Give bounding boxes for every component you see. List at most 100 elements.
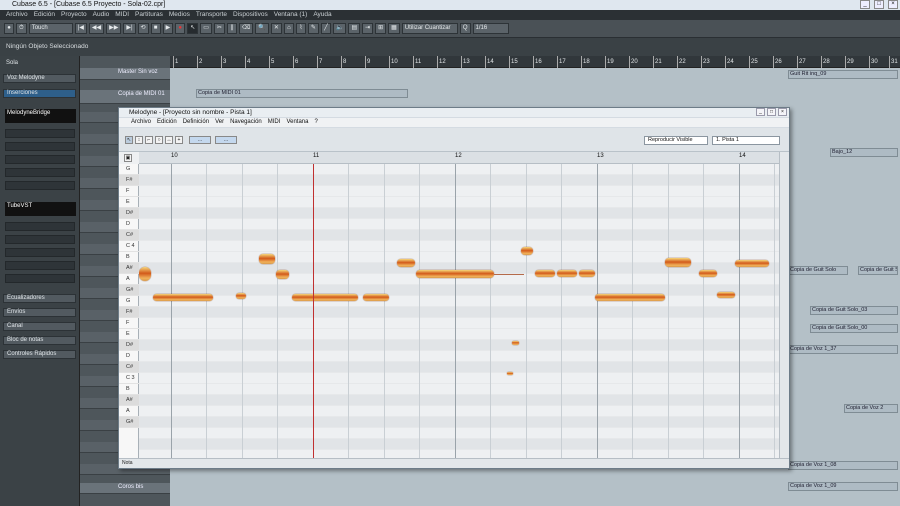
audio-part[interactable]: Copia de Guit Solo — [788, 266, 848, 275]
note-blob[interactable] — [557, 270, 577, 277]
note-blob[interactable] — [665, 258, 691, 267]
color-tool[interactable]: ▤ — [348, 23, 361, 34]
melodyne-horizontal-scrollbar[interactable]: Nota — [119, 458, 789, 468]
time-warp-tool[interactable]: ⌇ — [295, 23, 306, 34]
menu-medios[interactable]: Medios — [169, 10, 190, 20]
melodyne-menu-midi[interactable]: MIDI — [268, 118, 281, 127]
automation-mode-select[interactable]: Touch — [28, 23, 73, 34]
melodyne-bar-ruler[interactable]: 10 11 12 13 14 — [139, 152, 779, 164]
note-blob[interactable] — [416, 270, 494, 278]
menu-transporte[interactable]: Transporte — [196, 10, 227, 20]
melodyne-maximize-button[interactable]: □ — [767, 108, 776, 116]
note-blob[interactable] — [153, 294, 213, 301]
maximize-button[interactable]: □ — [874, 0, 884, 9]
play-button[interactable]: ▶ — [162, 23, 174, 34]
melodyne-note-editor[interactable]: ▣ 10 11 12 13 14 G F# F E D# D C# C 4 B … — [119, 152, 789, 460]
audio-part[interactable]: Copia de Voz 2 — [844, 404, 898, 413]
inspector-inserts[interactable]: Inserciones — [3, 89, 76, 98]
note-blob[interactable] — [139, 267, 151, 281]
audio-part[interactable]: Guit Rit inq_09 — [788, 70, 898, 79]
minimize-button[interactable]: _ — [860, 0, 870, 9]
macro-time-button[interactable]: … — [215, 136, 237, 144]
activate-project-button[interactable]: ● — [4, 23, 14, 34]
melodyne-menu-definicion[interactable]: Definición — [183, 118, 209, 127]
split-tool[interactable]: ✂ — [213, 23, 225, 34]
close-button[interactable]: × — [888, 0, 898, 9]
inspector-instrument[interactable]: Voz Melodyne — [3, 74, 76, 83]
insert-slot-7[interactable]: TubeVST — [5, 202, 76, 216]
melodyne-menu-ventana[interactable]: Ventana — [286, 118, 308, 127]
timeline-ruler[interactable]: 1 2 3 4 5 6 7 8 9 10 11 12 13 14 15 16 1… — [170, 56, 900, 68]
note-blob[interactable] — [363, 294, 389, 301]
draw-tool[interactable]: ✎ — [307, 23, 319, 34]
audio-part[interactable]: Copia de Voz 1_08 — [788, 461, 898, 470]
menu-ventana[interactable]: Ventana (1) — [274, 10, 308, 20]
melodyne-window[interactable]: Melodyne - [Proyecto sin nombre - Pista … — [118, 107, 790, 469]
audio-part[interactable]: Copia de Guit Solo_03 — [810, 306, 898, 315]
quantize-select[interactable]: Utilizar Cuantizar — [401, 23, 458, 34]
note-blob[interactable] — [292, 294, 358, 301]
menu-midi[interactable]: MIDI — [115, 10, 129, 20]
audio-part[interactable]: Copia de Guit Solo_00 — [810, 324, 898, 333]
erase-tool[interactable]: ⌫ — [238, 23, 254, 34]
main-tool-icon[interactable]: ↖ — [125, 136, 133, 144]
quantize-icon[interactable]: Q — [459, 23, 471, 34]
menu-archivo[interactable]: Archivo — [6, 10, 28, 20]
snap-type-select[interactable]: ▦ — [388, 23, 400, 34]
note-blob-area[interactable] — [139, 164, 779, 460]
glue-tool[interactable]: ∥ — [226, 23, 237, 34]
insert-slot-9[interactable] — [5, 235, 75, 244]
inspector-channel[interactable]: Canal — [3, 322, 76, 331]
note-blob[interactable] — [535, 270, 555, 277]
pin-icon[interactable]: ▣ — [124, 154, 132, 162]
insert-slot-1[interactable]: MelodyneBridge — [5, 109, 76, 123]
note-blob[interactable] — [512, 341, 519, 345]
insert-slot-5[interactable] — [5, 168, 75, 177]
autoscroll-button[interactable]: ⇥ — [362, 23, 374, 34]
constrain-delay-button[interactable]: ⏱ — [16, 23, 27, 34]
melodyne-menu-help[interactable]: ? — [314, 118, 317, 127]
go-start-button[interactable]: |◀ — [74, 23, 87, 34]
grid-select[interactable]: 1/16 — [472, 23, 509, 34]
object-select-tool[interactable]: ↖ — [187, 23, 199, 34]
audio-part[interactable]: Copia de Voz 1_09 — [788, 482, 898, 491]
menu-partituras[interactable]: Partituras — [135, 10, 163, 20]
melodyne-minimize-button[interactable]: _ — [756, 108, 765, 116]
insert-slot-2[interactable] — [5, 129, 75, 138]
audio-part[interactable]: Bajo_12 — [830, 148, 898, 157]
playback-select[interactable]: Reproducir Visible — [644, 136, 708, 145]
macro-pitch-button[interactable]: … — [189, 136, 211, 144]
insert-slot-3[interactable] — [5, 142, 75, 151]
insert-slot-12[interactable] — [5, 274, 75, 283]
range-tool[interactable]: ▭ — [200, 23, 212, 34]
mute-tool[interactable]: ✕ — [270, 23, 282, 34]
insert-slot-11[interactable] — [5, 261, 75, 270]
insert-slot-10[interactable] — [5, 248, 75, 257]
melodyne-menu-archivo[interactable]: Archivo — [131, 118, 151, 127]
track-select[interactable]: 1. Pista 1 — [712, 136, 780, 145]
menu-audio[interactable]: Audio — [93, 10, 110, 20]
melodyne-close-button[interactable]: × — [778, 108, 787, 116]
insert-slot-4[interactable] — [5, 155, 75, 164]
note-blob[interactable] — [397, 259, 415, 267]
melodyne-menu-navegacion[interactable]: Navegación — [230, 118, 262, 127]
insert-slot-6[interactable] — [5, 181, 75, 190]
stop-button[interactable]: ■ — [150, 23, 161, 34]
pitch-keyboard[interactable]: G F# F E D# D C# C 4 B A# A G# G F# F E … — [119, 164, 139, 460]
melodyne-menu-ver[interactable]: Ver — [215, 118, 224, 127]
melodyne-menu-edicion[interactable]: Edición — [157, 118, 177, 127]
menu-ayuda[interactable]: Ayuda — [313, 10, 331, 20]
note-blob[interactable] — [276, 270, 289, 279]
track-coros[interactable]: Coros bis — [80, 483, 170, 494]
record-button[interactable]: ● — [175, 23, 186, 34]
amplitude-tool-icon[interactable]: ○ — [155, 136, 163, 144]
note-blob[interactable] — [579, 270, 595, 277]
line-tool[interactable]: ╱ — [320, 23, 331, 34]
formant-tool-icon[interactable]: ⌐ — [145, 136, 153, 144]
playhead-cursor[interactable] — [313, 164, 314, 460]
separation-tool-icon[interactable]: + — [175, 136, 183, 144]
melodyne-vertical-scrollbar[interactable] — [779, 152, 789, 460]
audio-part[interactable]: Copia de Voz 1_37 — [788, 345, 898, 354]
note-blob[interactable] — [717, 292, 735, 298]
note-blob[interactable] — [259, 254, 275, 264]
